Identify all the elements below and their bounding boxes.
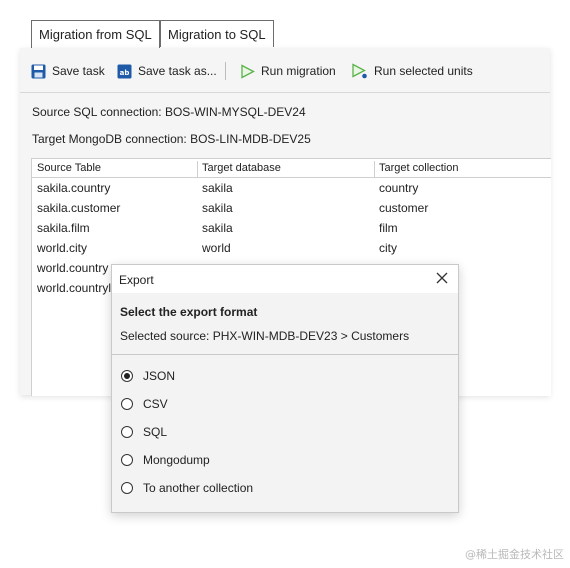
cell-target-collection: country (379, 181, 419, 195)
format-option-another-collection[interactable]: To another collection (121, 479, 253, 497)
cell-target-database: world (202, 241, 231, 255)
watermark: @稀土掘金技术社区 (465, 548, 564, 561)
format-option-label: Mongodump (143, 453, 210, 467)
save-icon (31, 64, 46, 78)
tab-migration-from-sql[interactable]: Migration from SQL (31, 20, 160, 48)
format-option-json[interactable]: JSON (121, 367, 175, 385)
cell-source-table: world.countryl (37, 281, 112, 295)
cell-source-table: world.city (37, 241, 88, 255)
column-divider[interactable] (374, 161, 375, 177)
cell-target-database: sakila (202, 221, 233, 235)
export-format-heading: Select the export format (120, 305, 258, 319)
column-header-target-collection[interactable]: Target collection (379, 162, 459, 174)
target-connection-text: Target MongoDB connection: BOS-LIN-MDB-D… (32, 132, 311, 146)
format-option-label: CSV (143, 397, 168, 411)
run-migration-label: Run migration (261, 64, 336, 78)
cell-source-table: sakila.country (37, 181, 111, 195)
toolbar: Save task ab Save task as... Run migrati… (20, 48, 550, 93)
radio-button[interactable] (121, 398, 133, 410)
grid-header: Source Table Target database Target coll… (32, 159, 551, 178)
cell-source-table: sakila.customer (37, 201, 121, 215)
cell-source-table: world.country (37, 261, 109, 275)
column-divider[interactable] (197, 161, 198, 177)
table-row[interactable]: world.city world city (32, 238, 551, 258)
dialog-title-bar[interactable]: Export (112, 265, 458, 293)
radio-button[interactable] (121, 454, 133, 466)
save-task-as-label: Save task as... (138, 64, 217, 78)
dialog-title: Export (119, 273, 154, 287)
table-row[interactable]: sakila.film sakila film (32, 218, 551, 238)
cell-target-database: sakila (202, 181, 233, 195)
run-selected-units-button[interactable]: Run selected units (351, 62, 473, 80)
table-row[interactable]: sakila.country sakila country (32, 178, 551, 198)
export-dialog: Export Select the export format Selected… (111, 264, 459, 513)
cell-target-database: sakila (202, 201, 233, 215)
svg-text:ab: ab (120, 69, 130, 77)
save-task-button[interactable]: Save task (31, 62, 105, 80)
play-selected-icon (352, 63, 367, 79)
table-row[interactable]: sakila.customer sakila customer (32, 198, 551, 218)
radio-button[interactable] (121, 426, 133, 438)
format-option-sql[interactable]: SQL (121, 423, 167, 441)
save-task-label: Save task (52, 64, 105, 78)
radio-button[interactable] (121, 482, 133, 494)
tab-strip: Migration from SQL Migration to SQL (20, 20, 550, 49)
tab-migration-to-sql[interactable]: Migration to SQL (160, 20, 274, 47)
dialog-divider (112, 354, 458, 355)
format-option-csv[interactable]: CSV (121, 395, 168, 413)
play-icon (241, 63, 255, 79)
source-connection-text: Source SQL connection: BOS-WIN-MYSQL-DEV… (32, 105, 306, 119)
format-option-label: SQL (143, 425, 168, 439)
cell-source-table: sakila.film (37, 221, 90, 235)
run-migration-button[interactable]: Run migration (240, 62, 336, 80)
column-header-source-table[interactable]: Source Table (37, 162, 101, 174)
column-header-target-database[interactable]: Target database (202, 162, 281, 174)
save-task-as-button[interactable]: ab Save task as... (117, 62, 217, 80)
cell-target-collection: city (379, 241, 397, 255)
close-icon[interactable] (434, 270, 450, 286)
format-option-label: JSON (143, 369, 176, 383)
format-option-mongodump[interactable]: Mongodump (121, 451, 210, 469)
run-selected-units-label: Run selected units (374, 64, 473, 78)
save-as-icon: ab (117, 64, 132, 78)
toolbar-separator (225, 62, 226, 80)
cell-target-collection: customer (379, 201, 429, 215)
format-option-label: To another collection (143, 481, 254, 495)
cell-target-collection: film (379, 221, 398, 235)
radio-button-selected[interactable] (121, 370, 133, 382)
selected-source-text: Selected source: PHX-WIN-MDB-DEV23 > Cus… (120, 329, 410, 343)
